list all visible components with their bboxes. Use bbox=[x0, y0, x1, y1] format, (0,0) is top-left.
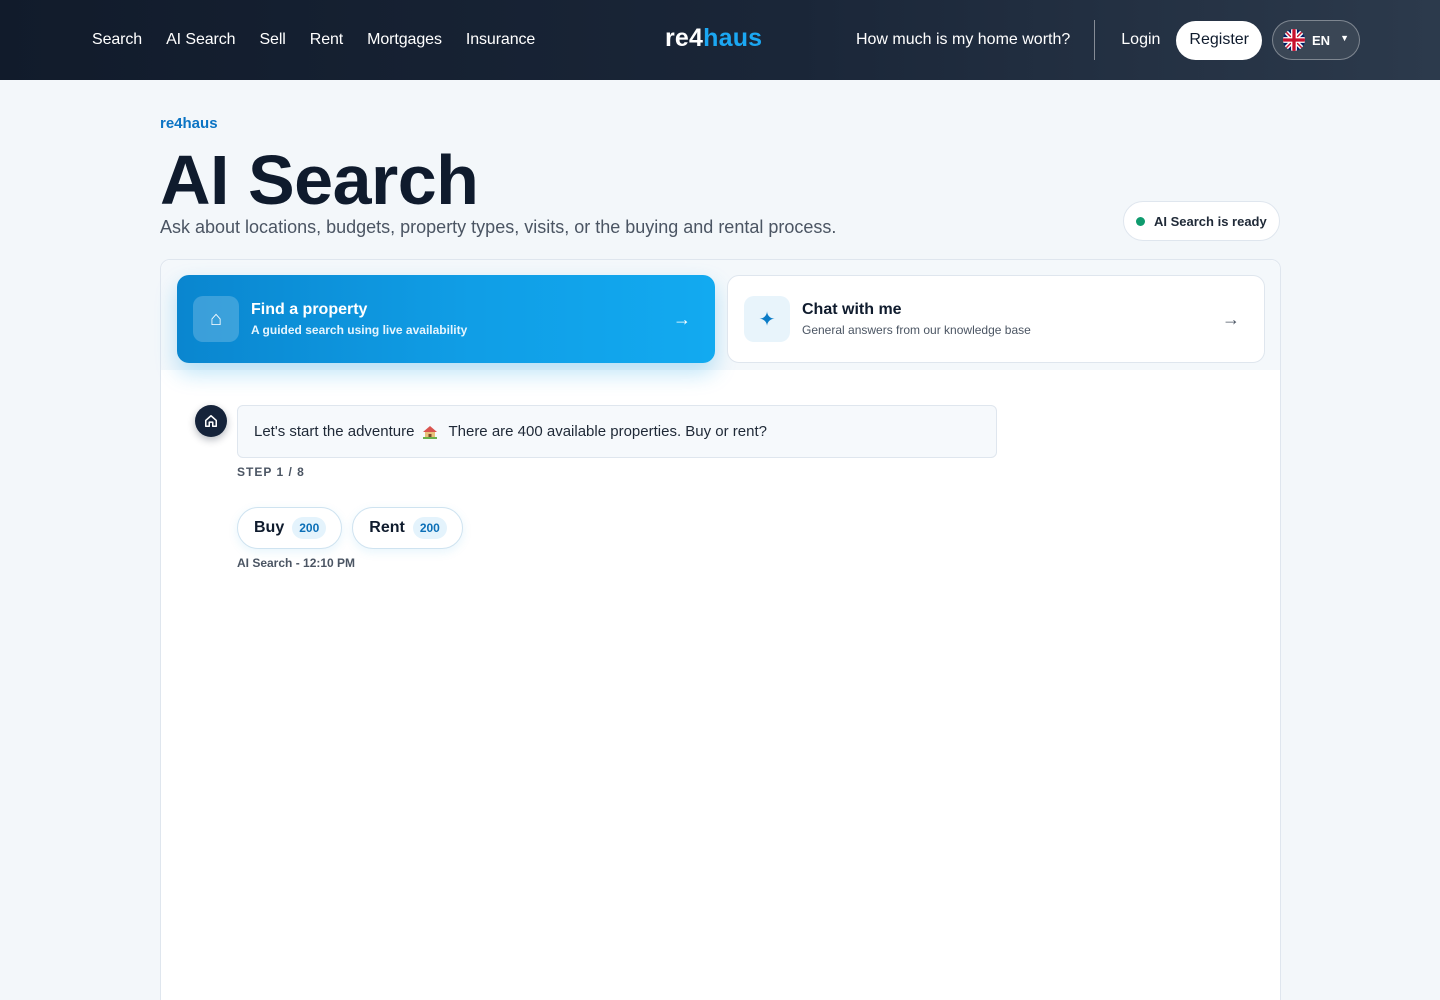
option-label: Buy bbox=[254, 519, 285, 536]
login-link[interactable]: Login bbox=[1121, 31, 1160, 49]
nav-actions: How much is my home worth? Login Registe… bbox=[856, 0, 1360, 80]
status-text: AI Search is ready bbox=[1154, 213, 1267, 229]
arrow-right-icon: → bbox=[673, 308, 691, 329]
nav-link-mortgages[interactable]: Mortgages bbox=[367, 31, 442, 49]
chat-with-me-card[interactable]: ✦ Chat with me General answers from our … bbox=[727, 275, 1265, 363]
top-navigation: Search AI Search Sell Rent Mortgages Ins… bbox=[0, 0, 1440, 80]
uk-flag-icon bbox=[1283, 29, 1305, 51]
arrow-right-icon: → bbox=[1222, 308, 1240, 329]
brand-logo-part1: re4 bbox=[665, 24, 704, 52]
nav-link-ai-search[interactable]: AI Search bbox=[166, 31, 235, 49]
assistant-message: Let's start the adventure There are 400 … bbox=[237, 405, 997, 458]
language-code: EN bbox=[1312, 32, 1331, 48]
rent-option-button[interactable]: Rent 200 bbox=[352, 507, 463, 549]
home-icon: ⌂ bbox=[193, 296, 239, 342]
nav-link-insurance[interactable]: Insurance bbox=[466, 31, 535, 49]
option-label: Rent bbox=[369, 519, 405, 536]
chat-panel: ⌂ Find a property A guided search using … bbox=[160, 259, 1281, 1000]
home-worth-link[interactable]: How much is my home worth? bbox=[856, 31, 1070, 49]
option-count-badge: 200 bbox=[412, 517, 447, 539]
message-timestamp: AI Search - 12:10 PM bbox=[237, 556, 356, 570]
status-dot-icon bbox=[1136, 216, 1145, 226]
register-button[interactable]: Register bbox=[1176, 20, 1262, 60]
caret-down-icon: ▼ bbox=[1340, 33, 1349, 43]
nav-link-rent[interactable]: Rent bbox=[310, 31, 344, 49]
chat-with-me-text: Chat with me General answers from our kn… bbox=[802, 300, 1222, 339]
message-text-end: There are 400 available properties. Buy … bbox=[448, 423, 767, 440]
house-emoji-icon bbox=[423, 425, 438, 439]
page-title: AI Search bbox=[160, 141, 479, 219]
language-selector[interactable]: EN ▼ bbox=[1272, 20, 1360, 60]
nav-divider bbox=[1094, 20, 1096, 60]
step-indicator: STEP 1 / 8 bbox=[237, 465, 305, 479]
page-subtitle: Ask about locations, budgets, property t… bbox=[160, 217, 837, 237]
buy-option-button[interactable]: Buy 200 bbox=[237, 507, 343, 549]
chat-with-me-title: Chat with me bbox=[802, 300, 902, 318]
assistant-avatar bbox=[195, 405, 227, 437]
find-property-text: Find a property A guided search using li… bbox=[251, 300, 673, 339]
page-eyebrow: re4haus bbox=[160, 115, 218, 132]
nav-links: Search AI Search Sell Rent Mortgages Ins… bbox=[92, 0, 535, 80]
option-count-badge: 200 bbox=[292, 517, 327, 539]
nav-link-search[interactable]: Search bbox=[92, 31, 142, 49]
find-property-description: A guided search using live availability bbox=[251, 322, 468, 337]
find-property-card[interactable]: ⌂ Find a property A guided search using … bbox=[177, 275, 715, 363]
sparkle-icon: ✦ bbox=[744, 296, 790, 342]
brand-logo[interactable]: re4haus bbox=[665, 24, 762, 53]
nav-link-sell[interactable]: Sell bbox=[259, 31, 285, 49]
chat-with-me-description: General answers from our knowledge base bbox=[802, 322, 1031, 337]
brand-logo-part2: haus bbox=[703, 24, 763, 52]
quick-reply-options: Buy 200 Rent 200 bbox=[237, 507, 463, 549]
home-icon bbox=[204, 414, 218, 428]
status-badge: AI Search is ready bbox=[1123, 201, 1280, 241]
message-text-start: Let's start the adventure bbox=[254, 423, 415, 440]
find-property-title: Find a property bbox=[251, 300, 368, 318]
